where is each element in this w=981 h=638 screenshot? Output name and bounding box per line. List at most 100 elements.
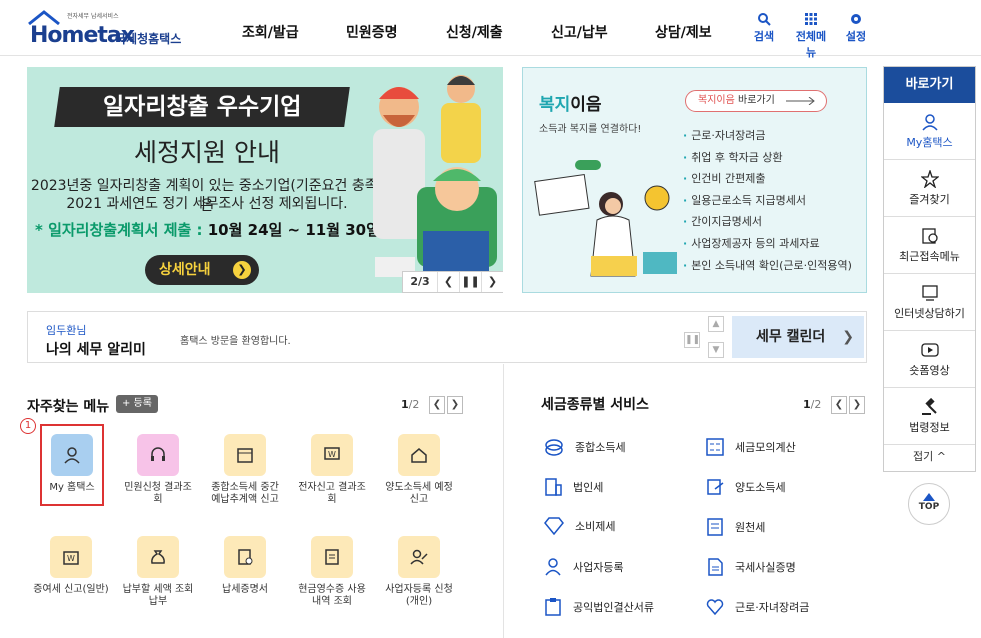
tax-service-item[interactable]: 법인세 bbox=[543, 477, 603, 497]
tax-calendar-button[interactable]: 세무 캘린더 ❯ bbox=[732, 316, 864, 358]
banner-next-button[interactable]: ❯ bbox=[481, 272, 503, 292]
sidebar-item-consult[interactable]: 인터넷상담하기 bbox=[884, 274, 975, 331]
banner-pager: 2/3 ❮ ❚❚ ❯ bbox=[402, 271, 503, 293]
quick-links-sidebar: 바로가기 My홈택스 즐겨찾기 최근접속메뉴 인터넷상담하기 숏폼영상 법령정보… bbox=[883, 66, 976, 472]
step-marker: 1 bbox=[20, 418, 36, 434]
freq-item[interactable]: 종합소득세 중간예납추계액 신고 bbox=[207, 434, 283, 506]
banner-line-2: 2021 과세연도 정기 세무조사 선정 제외됩니다. bbox=[66, 196, 348, 212]
sidebar-title: 바로가기 bbox=[884, 67, 975, 103]
freq-menu-title: 자주찾는 메뉴 bbox=[27, 399, 110, 415]
diamond-icon bbox=[544, 517, 564, 535]
chat-monitor-icon bbox=[921, 285, 938, 301]
triangle-up-icon bbox=[923, 493, 935, 501]
welfare-item[interactable]: 인건비 간편제출 bbox=[683, 169, 852, 191]
scroll-down-button[interactable]: ▼ bbox=[708, 342, 724, 358]
welfare-item[interactable]: 취업 후 학자금 상환 bbox=[683, 148, 852, 170]
freq-item[interactable]: W 전자신고 결과조회 bbox=[294, 434, 370, 506]
notifier-title: 나의 세무 알리미 bbox=[46, 342, 146, 358]
nav-filing[interactable]: 신고/납부 bbox=[551, 22, 608, 42]
welfare-desc: 소득과 복지를 연결하다! bbox=[539, 124, 642, 135]
svg-text:W: W bbox=[328, 450, 336, 459]
main-banner[interactable]: 일자리창출 우수기업 세정지원 안내 2023년중 일자리창출 계획이 있는 중… bbox=[27, 67, 503, 293]
all-menu-label: 전체메뉴 bbox=[795, 30, 827, 59]
workers-illustration bbox=[373, 75, 497, 277]
banner-title: 일자리창출 우수기업 bbox=[54, 87, 350, 127]
sidebar-item-my-hometax[interactable]: My홈택스 bbox=[884, 103, 975, 160]
logo-tagline: 전자세무 납세서비스 bbox=[67, 13, 119, 20]
hometax-logo[interactable]: 전자세무 납세서비스 Hometax 국세청홈택스 bbox=[27, 10, 187, 48]
tax-service-item[interactable]: 원천세 bbox=[705, 517, 765, 537]
sidebar-fold-button[interactable]: 접기 ^ bbox=[884, 445, 975, 470]
tax-service-item[interactable]: 세금모의계산 bbox=[705, 437, 796, 457]
banner-prev-button[interactable]: ❮ bbox=[437, 272, 459, 292]
freq-item-my-hometax[interactable]: My 홈택스 bbox=[40, 424, 104, 506]
gavel-icon bbox=[921, 398, 937, 415]
nav-application[interactable]: 신청/제출 bbox=[446, 22, 503, 42]
tax-service-item[interactable]: 공익법인결산서류 bbox=[543, 597, 654, 617]
add-favorite-button[interactable]: + 등록 bbox=[116, 395, 158, 413]
welfare-item[interactable]: 사업장제공자 등의 과세자료 bbox=[683, 234, 852, 256]
logo-subtitle: 국세청홈택스 bbox=[115, 32, 182, 46]
header: 전자세무 납세서비스 Hometax 국세청홈택스 조회/발급 민원증명 신청/… bbox=[0, 0, 981, 59]
calculator-icon bbox=[706, 438, 724, 456]
sidebar-item-shortform[interactable]: 숏폼영상 bbox=[884, 331, 975, 388]
freq-item[interactable]: 현금영수증 사용내역 조회 bbox=[294, 536, 370, 608]
tax-service-pagination: 1/2 bbox=[803, 398, 822, 411]
tax-service-item[interactable]: 소비제세 bbox=[543, 517, 615, 535]
chevron-right-icon: ❯ bbox=[842, 329, 854, 345]
tax-service-item[interactable]: 사업자등록 bbox=[543, 557, 624, 577]
tax-service-item[interactable]: 종합소득세 bbox=[543, 437, 626, 457]
sidebar-item-law[interactable]: 법령정보 bbox=[884, 388, 975, 445]
certificate-icon bbox=[224, 536, 266, 578]
person-icon bbox=[545, 558, 561, 576]
freq-item[interactable]: 납세증명서 bbox=[207, 536, 283, 596]
banner-page-indicator: 2/3 bbox=[410, 275, 430, 288]
settings-button[interactable]: 설정 bbox=[836, 12, 876, 44]
nav-consult[interactable]: 상담/제보 bbox=[655, 22, 712, 42]
scroll-top-button[interactable]: TOP bbox=[908, 483, 950, 525]
tax-notifier: 임두환님 나의 세무 알리미 홈택스 방문을 환영합니다. ❚❚ ▲ ▼ 세무 … bbox=[27, 311, 867, 363]
coins-icon bbox=[545, 439, 563, 456]
freq-item[interactable]: W 증여세 신고(일반) bbox=[33, 536, 109, 596]
building-icon bbox=[545, 478, 562, 496]
welfare-item[interactable]: 일용근로소득 지급명세서 bbox=[683, 191, 852, 213]
pause-icon[interactable]: ❚❚ bbox=[684, 332, 700, 348]
scroll-up-button[interactable]: ▲ bbox=[708, 316, 724, 332]
calendar-icon bbox=[224, 434, 266, 476]
chevron-up-icon: ^ bbox=[936, 450, 946, 463]
transfer-icon bbox=[707, 479, 724, 495]
banner-pause-button[interactable]: ❚❚ bbox=[459, 272, 481, 292]
welfare-title: 복지이음 bbox=[539, 95, 602, 115]
welfare-link-button[interactable]: 복지이음 바로가기 bbox=[685, 90, 827, 112]
tax-service-prev-button[interactable]: ❮ bbox=[831, 396, 847, 414]
freq-pagination: 1/2 bbox=[401, 398, 420, 411]
svg-text:W: W bbox=[67, 554, 75, 563]
user-icon bbox=[51, 434, 93, 476]
tax-service-title: 세금종류별 서비스 bbox=[541, 397, 649, 413]
sidebar-item-recent[interactable]: 최근접속메뉴 bbox=[884, 217, 975, 274]
freq-item[interactable]: 민원신청 결과조회 bbox=[120, 434, 196, 506]
welfare-item[interactable]: 본인 소득내역 확인(근로·인적용역) bbox=[683, 256, 852, 278]
tax-service-item[interactable]: 국세사실증명 bbox=[705, 557, 796, 577]
headset-icon bbox=[137, 434, 179, 476]
freq-item[interactable]: 양도소득세 예정신고 bbox=[381, 434, 457, 506]
freq-prev-button[interactable]: ❮ bbox=[429, 396, 445, 414]
welfare-item[interactable]: 간이지급명세서 bbox=[683, 212, 852, 234]
sidebar-item-favorites[interactable]: 즐겨찾기 bbox=[884, 160, 975, 217]
freq-item[interactable]: 납부할 세액 조회납부 bbox=[120, 536, 196, 608]
freq-item[interactable]: 사업자등록 신청(개인) bbox=[381, 536, 457, 608]
tax-service-item[interactable]: 양도소득세 bbox=[705, 477, 786, 497]
search-button[interactable]: 검색 bbox=[744, 12, 784, 44]
banner-detail-button[interactable]: 상세안내 ❯ bbox=[145, 255, 259, 285]
all-menu-button[interactable]: 전체메뉴 bbox=[791, 12, 831, 60]
tax-service-next-button[interactable]: ❯ bbox=[849, 396, 865, 414]
freq-next-button[interactable]: ❯ bbox=[447, 396, 463, 414]
user-edit-icon bbox=[398, 536, 440, 578]
gift-won-icon: W bbox=[50, 536, 92, 578]
tax-service-item[interactable]: 근로·자녀장려금 bbox=[705, 597, 809, 617]
welfare-illustration bbox=[534, 160, 677, 277]
nav-inquiry[interactable]: 조회/발급 bbox=[242, 22, 299, 42]
nav-certificate[interactable]: 민원증명 bbox=[346, 22, 398, 42]
welfare-item[interactable]: 근로·자녀장려금 bbox=[683, 126, 852, 148]
search-icon bbox=[758, 13, 771, 26]
